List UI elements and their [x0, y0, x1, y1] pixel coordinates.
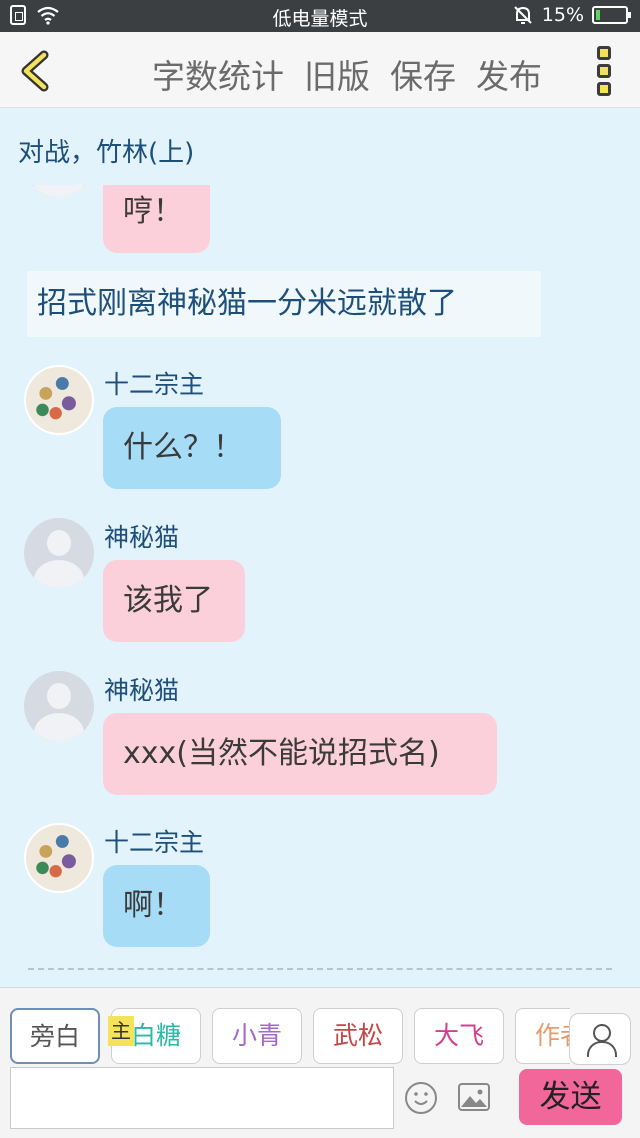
publish-button[interactable]: 发布	[476, 50, 542, 98]
role-selector[interactable]: 旁白 白糖 小青 武松 大飞 作者	[10, 1008, 570, 1066]
word-count-button[interactable]: 字数统计	[152, 50, 284, 98]
message-bubble[interactable]: 该我了	[103, 560, 245, 642]
toolbar-actions: 字数统计 旧版 保存 发布	[152, 50, 542, 98]
role-label: 白糖	[130, 1021, 181, 1050]
sender-name: 十二宗主	[104, 828, 205, 857]
host-avatar-image[interactable]	[24, 823, 94, 893]
default-avatar-icon[interactable]	[24, 671, 94, 741]
mute-bell-icon	[514, 6, 532, 24]
back-button[interactable]	[16, 50, 56, 92]
host-badge: 主	[108, 1016, 134, 1046]
status-bar: 低电量模式 15%	[0, 0, 640, 32]
narration-text[interactable]: 招式刚离神秘猫一分米远就散了	[27, 271, 541, 337]
role-button[interactable]: 大飞	[414, 1008, 504, 1064]
chevron-left-icon	[21, 50, 49, 92]
status-right-icons: 15%	[512, 4, 631, 26]
message-bubble[interactable]: xxx(当然不能说招式名)	[103, 713, 497, 795]
more-vertical-icon[interactable]	[594, 46, 614, 96]
host-avatar-image[interactable]	[24, 365, 94, 435]
role-label: 作者	[534, 1021, 570, 1050]
role-label: 小青	[231, 1021, 282, 1050]
message-input[interactable]	[10, 1067, 394, 1129]
battery-icon	[592, 6, 631, 24]
chapter-title: 对战，竹林(上)	[18, 138, 195, 168]
message-bubble[interactable]: 什么？！	[103, 407, 281, 489]
editor-toolbar: 字数统计 旧版 保存 发布	[0, 32, 640, 108]
default-avatar-icon[interactable]	[24, 518, 94, 588]
role-label: 武松	[332, 1021, 383, 1050]
message-bubble[interactable]: 哼！	[103, 185, 210, 253]
sender-name: 十二宗主	[104, 370, 205, 399]
role-label: 旁白	[29, 1022, 80, 1051]
role-button[interactable]: 武松	[313, 1008, 403, 1064]
sender-name: 神秘猫	[104, 523, 180, 552]
role-button[interactable]: 小青	[212, 1008, 302, 1064]
role-button-narrator[interactable]: 旁白	[10, 1008, 100, 1064]
battery-percentage: 15%	[541, 4, 584, 26]
role-label: 大飞	[433, 1021, 484, 1050]
contacts-icon[interactable]	[569, 1013, 631, 1065]
role-button[interactable]: 作者	[515, 1008, 570, 1064]
divider	[28, 968, 612, 970]
sender-name: 神秘猫	[104, 676, 180, 705]
send-button[interactable]: 发送	[519, 1069, 622, 1125]
save-button[interactable]: 保存	[390, 50, 456, 98]
default-avatar-icon[interactable]	[24, 185, 94, 197]
message-bubble[interactable]: 啊！	[103, 865, 210, 947]
old-version-button[interactable]: 旧版	[304, 50, 370, 98]
emoji-icon[interactable]	[405, 1082, 437, 1114]
chat-area[interactable]: 哼！ 招式刚离神秘猫一分米远就散了 十二宗主 什么？！ 神秘猫 该我了 神秘猫 …	[0, 185, 640, 985]
image-icon[interactable]	[458, 1083, 490, 1111]
